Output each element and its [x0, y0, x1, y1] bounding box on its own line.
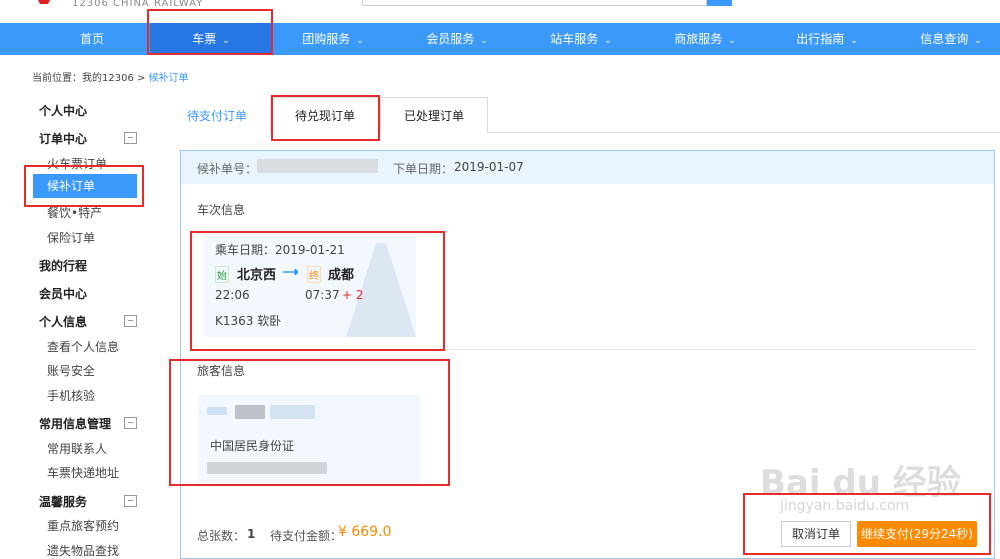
sidebar-personal-info[interactable]: 个人信息 — [39, 313, 87, 330]
sidebar-warm-service[interactable]: 温馨服务 — [39, 493, 87, 510]
search-button[interactable] — [707, 0, 732, 6]
amount-label: 待支付金额： — [270, 529, 343, 543]
search-input[interactable] — [362, 0, 707, 6]
chevron-down-icon: ⌄ — [728, 36, 736, 46]
order-date-value: 2019-01-07 — [454, 160, 524, 174]
breadcrumb-prefix[interactable]: 当前位置：我的12306 > — [32, 73, 149, 84]
chevron-down-icon: ⌄ — [480, 36, 488, 46]
annotation-box — [24, 165, 144, 207]
tab-label: 待支付订单 — [186, 109, 247, 123]
tab-pending-payment[interactable]: 待支付订单 — [164, 97, 270, 133]
tab-label: 已处理订单 — [403, 109, 464, 123]
nav-label: 首页 — [79, 32, 104, 46]
amount-value: ¥ 669.0 — [338, 524, 392, 540]
nav-group-service[interactable]: 团购服务 ⌄ — [290, 23, 376, 55]
sidebar-item-key-passenger[interactable]: 重点旅客预约 — [47, 517, 119, 534]
nav-member-service[interactable]: 会员服务 ⌄ — [414, 23, 500, 55]
chevron-down-icon: ⌄ — [356, 36, 364, 46]
breadcrumb-current: 候补订单 — [148, 73, 189, 84]
nav-label: 团购服务 — [302, 32, 351, 46]
nav-label: 会员服务 — [426, 32, 475, 46]
nav-business-service[interactable]: 商旅服务 ⌄ — [662, 23, 748, 55]
sidebar-item-contacts[interactable]: 常用联系人 — [47, 440, 107, 457]
nav-travel-guide[interactable]: 出行指南 ⌄ — [784, 23, 870, 55]
nav-station-service[interactable]: 站车服务 ⌄ — [538, 23, 624, 55]
chevron-down-icon: ⌄ — [604, 36, 612, 46]
sidebar-order-center[interactable]: 订单中心 — [39, 130, 87, 147]
tab-processed[interactable]: 已处理订单 — [380, 97, 488, 133]
annotation-box — [169, 359, 450, 486]
order-no-value — [257, 159, 378, 173]
sidebar-item-delivery-address[interactable]: 车票快递地址 — [47, 464, 119, 481]
sidebar-personal-center[interactable]: 个人中心 — [39, 102, 87, 119]
sidebar-item-view-info[interactable]: 查看个人信息 — [47, 338, 119, 355]
nav-label: 出行指南 — [796, 32, 845, 46]
order-date-label: 下单日期： — [393, 162, 454, 176]
annotation-box — [743, 493, 991, 555]
annotation-box — [147, 9, 273, 55]
order-no-label: 候补单号： — [197, 162, 258, 176]
sidebar-member-center[interactable]: 会员中心 — [39, 285, 87, 302]
collapse-icon[interactable]: − — [124, 495, 137, 507]
collapse-icon[interactable]: − — [124, 417, 137, 429]
annotation-box — [271, 95, 380, 141]
collapse-icon[interactable]: − — [124, 315, 137, 327]
sidebar-item-insurance[interactable]: 保险订单 — [47, 229, 95, 246]
nav-label: 商旅服务 — [674, 32, 723, 46]
breadcrumb: 当前位置：我的12306 > 候补订单 — [32, 69, 189, 84]
total-count-label: 总张数： — [197, 529, 246, 543]
sidebar-item-account-security[interactable]: 账号安全 — [47, 362, 95, 379]
nav-info-query[interactable]: 信息查询 ⌄ — [908, 23, 994, 55]
logo-text: 12306 CHINA RAILWAY — [72, 0, 204, 9]
nav-home[interactable]: 首页 — [62, 23, 122, 55]
annotation-box — [190, 231, 445, 351]
train-section-title: 车次信息 — [197, 203, 246, 217]
sidebar-my-trips[interactable]: 我的行程 — [39, 257, 87, 274]
sidebar-item-lost-items[interactable]: 遗失物品查找 — [47, 542, 119, 559]
chevron-down-icon: ⌄ — [974, 36, 982, 46]
collapse-icon[interactable]: − — [124, 132, 137, 144]
total-count-value: 1 — [247, 527, 256, 541]
railway-logo-icon — [38, 0, 50, 4]
sidebar-common-info[interactable]: 常用信息管理 — [39, 415, 111, 432]
nav-label: 站车服务 — [550, 32, 599, 46]
nav-label: 信息查询 — [920, 32, 969, 46]
sidebar-item-phone-verify[interactable]: 手机核验 — [47, 387, 95, 404]
chevron-down-icon: ⌄ — [850, 36, 858, 46]
